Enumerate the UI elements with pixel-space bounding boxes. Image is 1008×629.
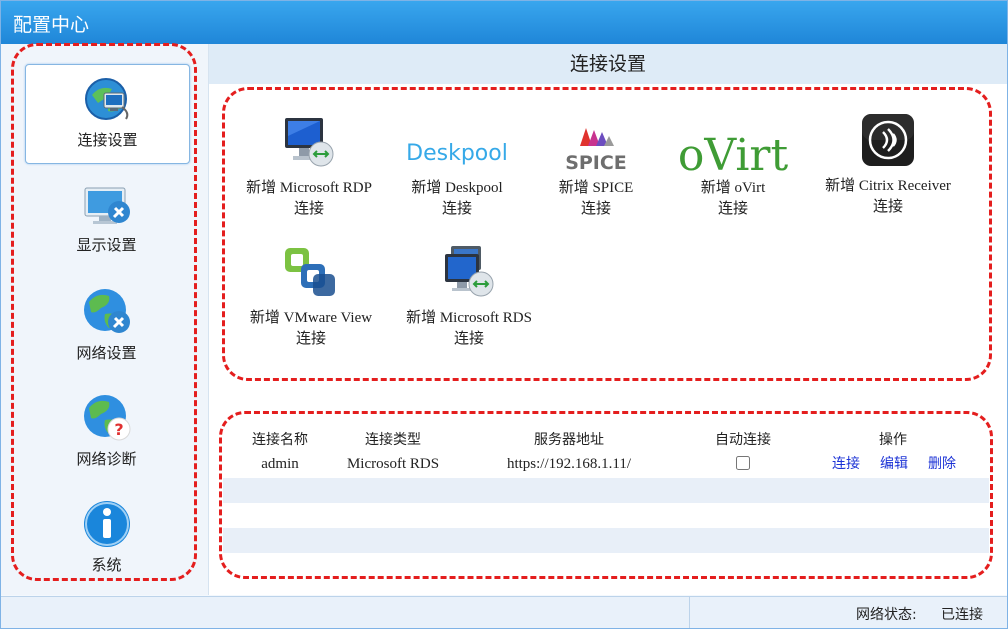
cell-auto-connect bbox=[689, 452, 797, 477]
network-status-value: 已连接 bbox=[941, 607, 983, 623]
sidebar-item-network-diagnostics[interactable]: ? 网络诊断 bbox=[25, 384, 188, 482]
table-header: 连接名称 连接类型 服务器地址 自动连接 操作 bbox=[223, 428, 989, 453]
connections-table: 连接名称 连接类型 服务器地址 自动连接 操作 admin Microsoft … bbox=[223, 428, 989, 553]
connect-link[interactable]: 连接 bbox=[823, 452, 869, 477]
table-row-empty bbox=[223, 478, 989, 503]
svg-text:SPICE: SPICE bbox=[565, 152, 627, 170]
delete-link[interactable]: 删除 bbox=[919, 452, 965, 477]
new-microsoft-rdp-button[interactable]: 新增 Microsoft RDP 连接 bbox=[237, 114, 381, 218]
edit-link[interactable]: 编辑 bbox=[871, 452, 917, 477]
connection-type-label: 新增 Microsoft RDS bbox=[406, 310, 532, 326]
microsoft-rds-icon bbox=[445, 246, 494, 297]
network-diagnostics-icon: ? bbox=[84, 395, 131, 441]
sidebar-item-connection-settings[interactable]: 连接设置 bbox=[25, 64, 190, 164]
cell-name: admin bbox=[261, 456, 299, 472]
status-bar: 网络状态: 已连接 bbox=[1, 596, 1007, 628]
table-row-empty bbox=[223, 528, 989, 553]
connection-type-sublabel: 连接 bbox=[441, 201, 472, 217]
window-title: 配置中心 bbox=[13, 14, 90, 36]
spice-logo: SPICE bbox=[565, 128, 627, 170]
new-microsoft-rds-button[interactable]: 新增 Microsoft RDS 连接 bbox=[395, 244, 543, 348]
page-title: 连接设置 bbox=[209, 44, 1007, 84]
vmware-view-icon bbox=[285, 248, 335, 296]
cell-type: Microsoft RDS bbox=[346, 456, 440, 472]
status-divider bbox=[689, 597, 690, 628]
cell-server: https://192.168.1.11/ bbox=[506, 456, 632, 472]
new-deskpool-button[interactable]: Deskpool 新增 Deskpool 连接 bbox=[397, 114, 517, 218]
sidebar-item-label: 系统 bbox=[91, 556, 122, 574]
sidebar-item-label: 网络诊断 bbox=[76, 450, 137, 468]
connection-type-label: 新增 Deskpool bbox=[411, 180, 503, 196]
auto-connect-checkbox[interactable] bbox=[736, 456, 750, 470]
column-header-server: 服务器地址 bbox=[534, 432, 604, 448]
network-settings-icon bbox=[84, 289, 130, 333]
deskpool-logo: Deskpool bbox=[407, 141, 507, 166]
citrix-receiver-icon bbox=[862, 114, 914, 166]
connection-type-sublabel: 连接 bbox=[293, 201, 324, 217]
svg-text:Deskpool: Deskpool bbox=[407, 141, 507, 166]
svg-text:?: ? bbox=[114, 420, 123, 439]
network-status-label: 网络状态: bbox=[856, 607, 917, 623]
column-header-type: 连接类型 bbox=[365, 432, 421, 448]
new-spice-button[interactable]: SPICE 新增 SPICE 连接 bbox=[541, 114, 651, 218]
connection-type-label: 新增 VMware View bbox=[249, 310, 373, 326]
sidebar-item-label: 网络设置 bbox=[76, 344, 137, 362]
table-row[interactable]: admin Microsoft RDS https://192.168.1.11… bbox=[223, 452, 989, 477]
connection-type-label: 新增 oVirt bbox=[700, 180, 766, 196]
connection-type-sublabel: 连接 bbox=[295, 331, 326, 347]
new-citrix-receiver-button[interactable]: 新增 Citrix Receiver 连接 bbox=[813, 112, 963, 216]
table-row-empty bbox=[223, 503, 989, 528]
new-vmware-view-button[interactable]: 新增 VMware View 连接 bbox=[241, 244, 381, 348]
title-bar: 配置中心 bbox=[1, 1, 1007, 44]
display-settings-icon bbox=[84, 187, 130, 224]
connection-type-sublabel: 连接 bbox=[453, 331, 484, 347]
new-ovirt-button[interactable]: oVirt 新增 oVirt 连接 bbox=[673, 114, 793, 218]
sidebar-item-display-settings[interactable]: 显示设置 bbox=[25, 170, 188, 268]
column-header-actions: 操作 bbox=[879, 432, 907, 448]
sidebar-item-network-settings[interactable]: 网络设置 bbox=[25, 278, 188, 376]
sidebar-item-label: 连接设置 bbox=[77, 131, 138, 149]
svg-text:oVirt: oVirt bbox=[678, 130, 788, 174]
sidebar-item-label: 显示设置 bbox=[76, 236, 137, 254]
microsoft-rdp-icon bbox=[285, 118, 334, 167]
connection-type-label: 新增 SPICE bbox=[558, 180, 634, 196]
column-header-name: 连接名称 bbox=[252, 432, 308, 448]
connection-type-label: 新增 Microsoft RDP bbox=[246, 180, 372, 196]
connection-type-label: 新增 Citrix Receiver bbox=[825, 178, 951, 194]
sidebar-item-system[interactable]: 系统 bbox=[25, 490, 188, 588]
ovirt-logo: oVirt bbox=[678, 130, 788, 174]
sidebar: 连接设置 显示设置 网络设置 ? 网络诊断 系统 bbox=[1, 44, 209, 595]
connection-type-sublabel: 连接 bbox=[872, 199, 903, 215]
connection-type-sublabel: 连接 bbox=[580, 201, 611, 217]
config-window: 配置中心 连接设置 显示设置 网络设置 ? 网络诊断 系统 连接设置 新增 Mi… bbox=[0, 0, 1008, 629]
column-header-auto-connect: 自动连接 bbox=[715, 432, 771, 448]
connection-type-sublabel: 连接 bbox=[717, 201, 748, 217]
connection-settings-icon bbox=[85, 78, 129, 120]
system-info-icon bbox=[84, 501, 130, 547]
